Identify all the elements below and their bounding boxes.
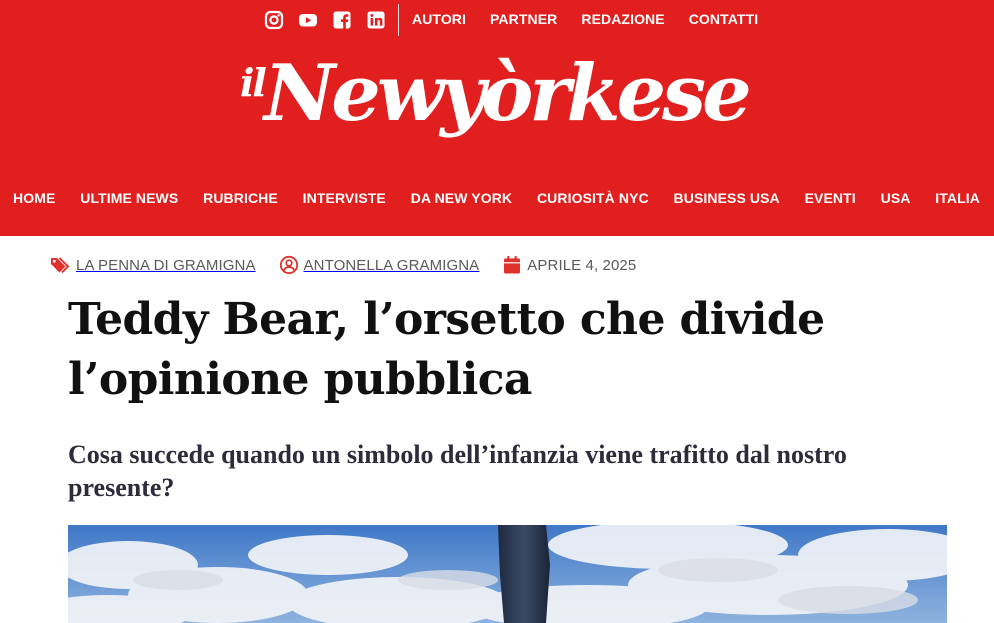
nav-item-ultime-news[interactable]: ULTIME NEWS [80, 190, 178, 222]
linkedin-link[interactable] [366, 10, 386, 30]
facebook-link[interactable] [332, 10, 352, 30]
nav-item-usa[interactable]: USA [881, 190, 911, 222]
article-date-label: APRILE 4, 2025 [527, 256, 637, 274]
nav-item-rubriche[interactable]: RUBRICHE [203, 190, 278, 222]
site-header: AUTORI PARTNER REDAZIONE CONTATTI il New… [0, 0, 994, 236]
logo-prefix: il [240, 60, 267, 105]
nav-item-curiosita-nyc[interactable]: CURIOSITÀ NYC [537, 190, 649, 222]
nav-item-business-usa[interactable]: BUSINESS USA [674, 190, 780, 222]
article-date: APRILE 4, 2025 [501, 255, 636, 275]
article-title: Teddy Bear, l’orsetto che divide l’opini… [68, 294, 825, 405]
linkedin-icon [367, 11, 385, 29]
social-links [264, 10, 386, 30]
instagram-link[interactable] [264, 10, 284, 30]
nav-item-da-new-york[interactable]: DA NEW YORK [411, 190, 512, 222]
topbar-divider [398, 4, 399, 36]
top-links: AUTORI PARTNER REDAZIONE CONTATTI [412, 11, 758, 27]
nav-item-eventi[interactable]: EVENTI [805, 190, 856, 222]
facebook-icon [333, 11, 351, 29]
top-link-autori[interactable]: AUTORI [412, 11, 466, 27]
article-author-label: ANTONELLA GRAMIGNA [303, 256, 480, 274]
top-link-contatti[interactable]: CONTATTI [689, 11, 759, 27]
main-nav: HOME ULTIME NEWS RUBRICHE INTERVISTE DA … [0, 190, 994, 222]
top-link-partner[interactable]: PARTNER [490, 11, 557, 27]
article-author[interactable]: ANTONELLA GRAMIGNA [278, 255, 480, 275]
user-circle-icon [279, 255, 298, 275]
tags-icon [51, 257, 70, 274]
article-subtitle: Cosa succede quando un simbolo dell’infa… [68, 440, 847, 502]
top-bar: AUTORI PARTNER REDAZIONE CONTATTI [0, 0, 994, 38]
nav-item-home[interactable]: HOME [13, 190, 55, 222]
instagram-icon [264, 10, 284, 30]
article-hero-image [68, 525, 947, 623]
article-category-label: LA PENNA DI GRAMIGNA [76, 256, 256, 274]
site-logo[interactable]: il Newyòrkese [236, 46, 766, 166]
top-link-redazione[interactable]: REDAZIONE [581, 11, 664, 27]
article-meta: LA PENNA DI GRAMIGNA ANTONELLA GRAMIGNA … [50, 255, 658, 275]
calendar-icon [504, 256, 521, 274]
nav-item-interviste[interactable]: INTERVISTE [303, 190, 386, 222]
youtube-link[interactable] [298, 10, 318, 30]
hero-sky-image [68, 525, 947, 623]
article-category[interactable]: LA PENNA DI GRAMIGNA [50, 255, 256, 275]
youtube-icon [299, 14, 317, 27]
nav-item-italia[interactable]: ITALIA [935, 190, 980, 222]
logo-name: Newyòrkese [264, 48, 752, 139]
